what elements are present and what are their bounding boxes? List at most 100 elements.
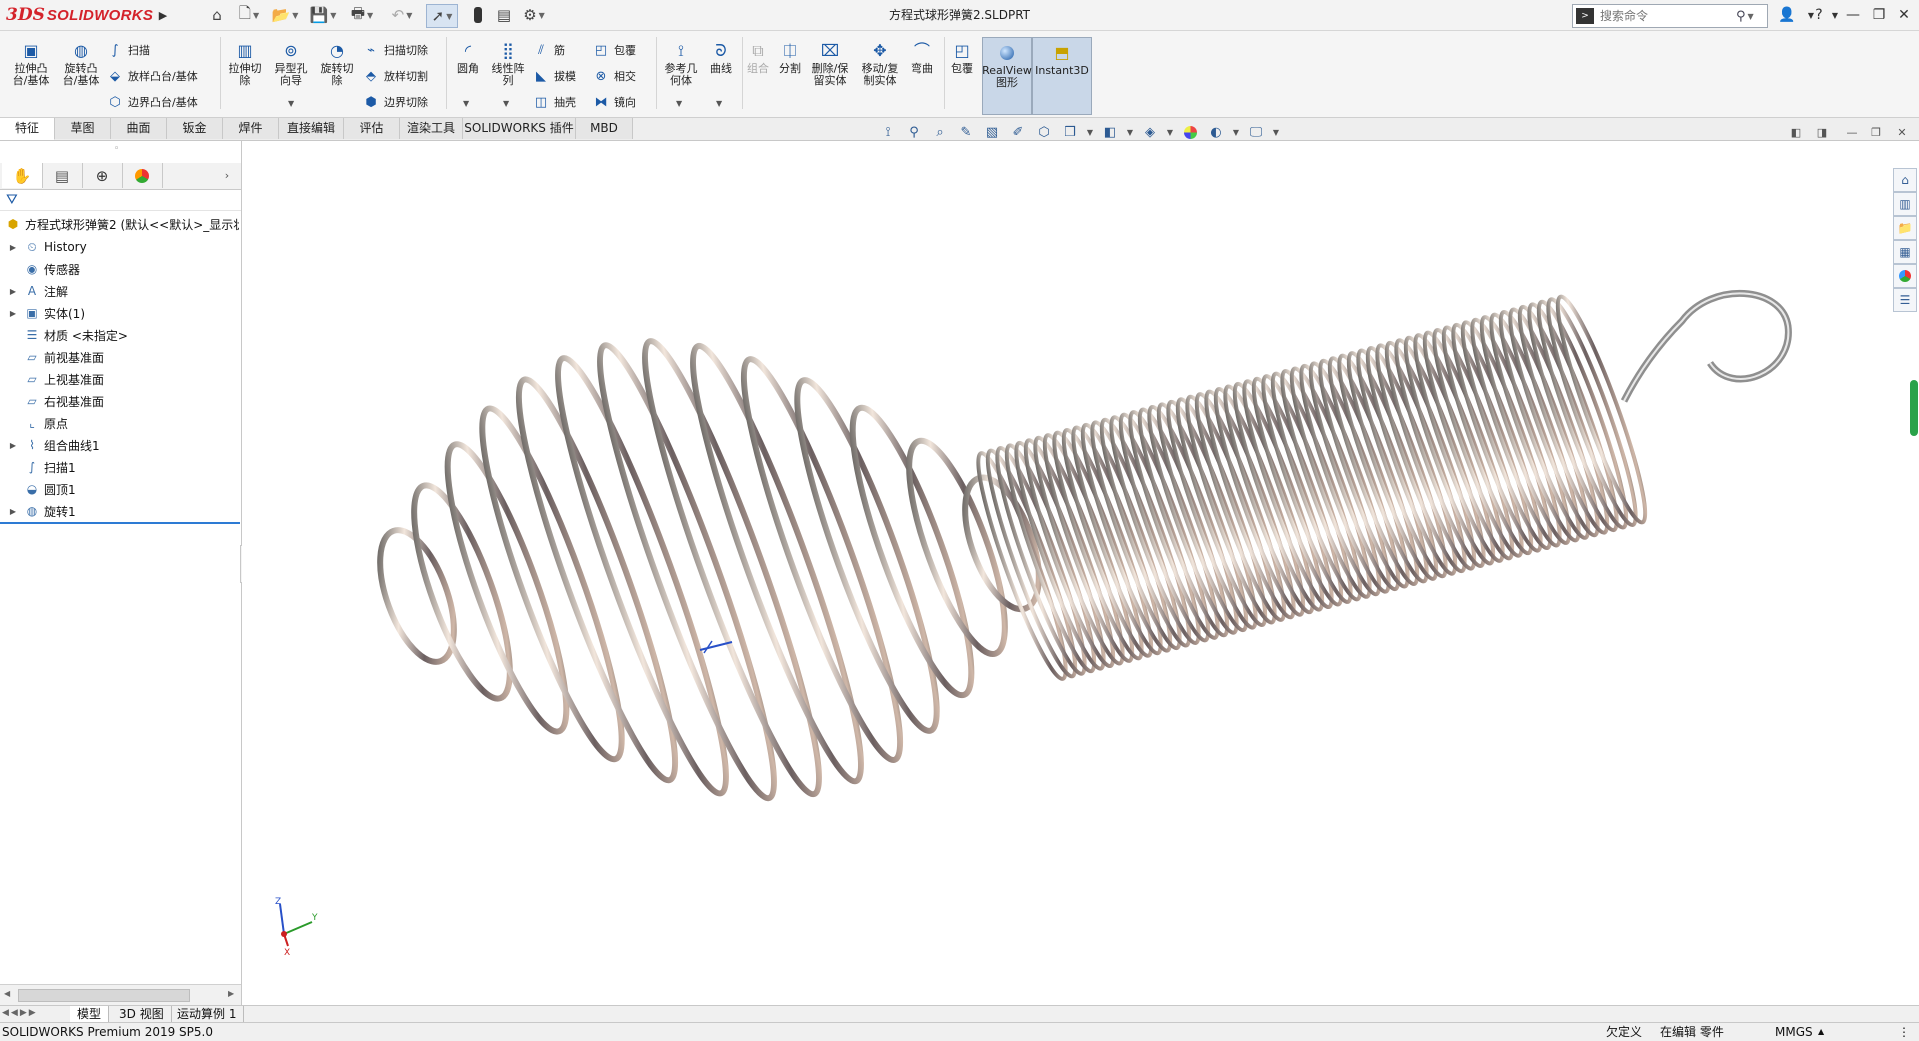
scene-icon[interactable] <box>1180 122 1200 142</box>
restore-icon[interactable]: ❐ <box>1868 4 1890 26</box>
undo-button[interactable]: ↶ ▼ <box>386 4 418 26</box>
move-copy-body-button[interactable]: ✥ 移动/复 制实体 <box>856 39 904 87</box>
tab-model[interactable]: 模型 <box>70 1006 110 1022</box>
rebuild-icon[interactable] <box>468 4 488 26</box>
filter-icon[interactable]: ⛛ <box>6 192 18 208</box>
tab-direct-editing[interactable]: 直接编辑 <box>279 118 344 139</box>
property-manager-tab-icon[interactable]: ▤ <box>42 163 83 188</box>
tab-sheet-metal[interactable]: 钣金 <box>167 118 223 139</box>
tab-scroll-arrows-icon[interactable]: ◀◀▶▶ <box>2 1008 38 1018</box>
search-icon[interactable]: ⚲ <box>1736 9 1746 24</box>
graphics-area[interactable]: Z Y X <box>242 141 1919 1005</box>
extrude-cut-button[interactable]: ▥ 拉伸切 除 <box>224 39 266 87</box>
display-manager-tab-icon[interactable] <box>122 163 163 188</box>
scene-dropdown-icon[interactable]: ▼ <box>1226 122 1246 142</box>
draft-button[interactable]: ◣ 拔模 <box>532 65 576 87</box>
view-orientation-icon[interactable]: ⟟ <box>878 122 898 142</box>
search-input[interactable] <box>1598 8 1732 24</box>
print-button[interactable]: 🖶 ▼ <box>346 4 378 26</box>
sweep-button[interactable]: ∫ 扫描 <box>106 39 150 61</box>
tree-item-1[interactable]: ▶ ⏲ History <box>0 236 240 258</box>
expand-arrow-icon[interactable]: ▶ <box>8 287 18 296</box>
loft-boss-button[interactable]: ⬙ 放样凸台/基体 <box>106 65 198 87</box>
section-view-icon[interactable]: ▧ <box>982 122 1002 142</box>
file-explorer-icon[interactable]: 📁 <box>1893 216 1917 240</box>
linear-pattern-button[interactable]: ⣿ 线性阵 列 <box>486 39 530 87</box>
lofted-cut-button[interactable]: ⬘ 放样切割 <box>362 65 428 87</box>
expand-panel-icon[interactable]: › <box>216 163 238 188</box>
previous-view-icon[interactable]: ✎ <box>956 122 976 142</box>
tree-item-3[interactable]: ▶ A 注解 <box>0 280 240 302</box>
units-dropdown-icon[interactable]: ▲ <box>1818 1023 1824 1041</box>
tree-item-11[interactable]: ∫ 扫描1 <box>0 456 240 478</box>
tab-mbd[interactable]: MBD <box>576 118 633 139</box>
appearances-scenes-icon[interactable] <box>1893 264 1917 288</box>
delete-keep-body-button[interactable]: ⌧ 删除/保 留实体 <box>808 39 852 87</box>
tree-item-8[interactable]: ▱ 右视基准面 <box>0 390 240 412</box>
expand-arrow-icon[interactable]: ▶ <box>8 243 18 252</box>
new-file-button[interactable]: 🗋 ▼ <box>234 4 264 26</box>
flex-button[interactable]: ⌒ 弯曲 <box>906 39 938 75</box>
revolve-cut-button[interactable]: ◔ 旋转切 除 <box>316 39 358 87</box>
instant3d-button[interactable]: ⬒ Instant3D <box>1032 37 1092 115</box>
apply-scene-icon[interactable]: ◐ <box>1206 122 1226 142</box>
tab-solidworks-addins[interactable]: SOLIDWORKS 插件 <box>463 118 576 139</box>
boundary-boss-button[interactable]: ⬡ 边界凸台/基体 <box>106 91 197 113</box>
boundary-cut-button[interactable]: ⬢ 边界切除 <box>362 91 428 113</box>
solidworks-resources-icon[interactable]: ⌂ <box>1893 168 1917 192</box>
doc-restore-icon[interactable]: ❐ <box>1868 124 1884 140</box>
doc-close-icon[interactable]: ✕ <box>1894 124 1910 140</box>
split-button[interactable]: ⎅ 分割 <box>774 39 806 75</box>
zoom-to-fit-icon[interactable]: ⚲ <box>904 122 924 142</box>
tree-item-10[interactable]: ▶ ⌇ 组合曲线1 <box>0 434 240 456</box>
status-bar-settings-icon[interactable]: ⋮ <box>1898 1023 1910 1041</box>
user-icon[interactable]: 👤 <box>1776 4 1798 26</box>
search-commands[interactable]: > ⚲ ▼ <box>1572 4 1768 28</box>
tab-3d-views[interactable]: 3D 视图 <box>112 1006 172 1022</box>
curves-dropdown-icon[interactable]: ▼ <box>716 99 722 108</box>
design-library-icon[interactable]: ▥ <box>1893 192 1917 216</box>
tab-sketch[interactable]: 草图 <box>55 118 111 139</box>
wrap-2-button[interactable]: ◰ 包覆 <box>946 39 978 75</box>
edit-appearance-icon[interactable]: ◈ <box>1140 122 1160 142</box>
tab-features[interactable]: 特征 <box>0 118 55 140</box>
hole-wizard-dropdown-icon[interactable]: ▼ <box>288 99 294 108</box>
curves-button[interactable]: ᘐ 曲线 <box>704 39 738 75</box>
fillet-button[interactable]: ◜ 圆角 <box>450 39 486 75</box>
panel-splitter-handle[interactable]: ◦ <box>114 144 119 154</box>
tree-root-part[interactable]: ⬢ 方程式球形弹簧2 (默认<<默认>_显示状 <box>0 213 240 235</box>
expand-arrow-icon[interactable]: ▶ <box>8 309 18 318</box>
display-style-icon[interactable]: ❒ <box>1060 122 1080 142</box>
open-file-button[interactable]: 📂 ▼ <box>270 4 300 26</box>
feature-tree-scrollbar[interactable]: ◀ ▶ <box>0 984 241 1005</box>
dynamic-annotation-icon[interactable]: ✐ <box>1008 122 1028 142</box>
intersect-button[interactable]: ⊗ 相交 <box>592 65 636 87</box>
rib-button[interactable]: ⫽ 筋 <box>532 39 565 61</box>
tree-item-7[interactable]: ▱ 上视基准面 <box>0 368 240 390</box>
tab-weldments[interactable]: 焊件 <box>223 118 279 139</box>
hole-wizard-button[interactable]: ⊚ 异型孔 向导 <box>268 39 314 87</box>
view-settings-dropdown-icon[interactable]: ▼ <box>1266 122 1286 142</box>
reference-geometry-button[interactable]: ⟟ 参考几 何体 <box>660 39 702 87</box>
tree-item-2[interactable]: ◉ 传感器 <box>0 258 240 280</box>
tree-item-6[interactable]: ▱ 前视基准面 <box>0 346 240 368</box>
scroll-left-icon[interactable]: ◀ <box>4 989 10 998</box>
solidworks-logo[interactable]: 3DS SOLIDWORKS <box>6 4 153 26</box>
expand-arrow-icon[interactable]: ▶ <box>8 441 18 450</box>
home-icon[interactable]: ⌂ <box>206 4 228 26</box>
doc-minimize-icon[interactable]: — <box>1844 124 1860 140</box>
view-settings-icon[interactable]: 🖵 <box>1246 122 1266 142</box>
view-palette-icon[interactable]: ▦ <box>1893 240 1917 264</box>
close-icon[interactable]: ✕ <box>1893 4 1915 26</box>
menu-expand-icon[interactable]: ▶ <box>156 6 170 24</box>
tab-motion-study[interactable]: 运动算例 1 <box>170 1006 245 1022</box>
spring-model[interactable] <box>242 141 1919 1005</box>
swept-cut-button[interactable]: ⌁ 扫描切除 <box>362 39 428 61</box>
zoom-to-area-icon[interactable]: ⌕ <box>930 122 950 142</box>
tile-left-icon[interactable]: ◧ <box>1788 124 1804 140</box>
extrude-boss-button[interactable]: ▣ 拉伸凸 台/基体 <box>8 39 54 87</box>
minimize-icon[interactable]: — <box>1842 4 1864 26</box>
custom-properties-icon[interactable]: ☰ <box>1893 288 1917 312</box>
units-selector[interactable]: MMGS <box>1775 1023 1813 1041</box>
options-button[interactable]: ⚙ ▼ <box>518 4 550 26</box>
